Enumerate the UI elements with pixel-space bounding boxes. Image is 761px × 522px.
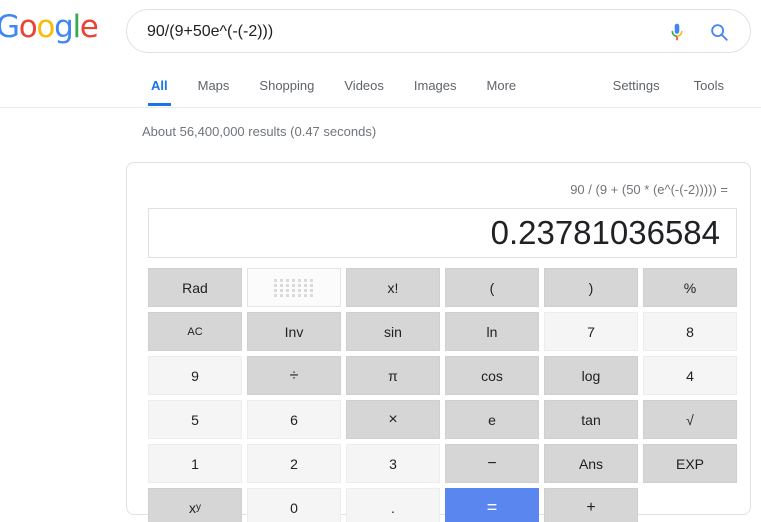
key-open-paren[interactable]: (: [445, 268, 539, 307]
dot-grid-icon: [274, 278, 314, 297]
key-exponent[interactable]: EXP: [643, 444, 737, 483]
search-submit-icon[interactable]: [708, 21, 730, 43]
key-8[interactable]: 8: [643, 312, 737, 351]
key-keypad-toggle[interactable]: [247, 268, 341, 307]
key-all-clear[interactable]: AC: [148, 312, 242, 351]
result-stats: About 56,400,000 results (0.47 seconds): [142, 124, 377, 139]
power-base: x: [189, 499, 196, 516]
logo-letter-0: G: [0, 9, 20, 45]
logo-letter-2: o: [36, 9, 55, 45]
tab-images[interactable]: Images: [399, 68, 472, 106]
page-header: Google: [0, 0, 761, 62]
logo-letter-1: o: [18, 9, 38, 45]
search-nav-bar: All Maps Shopping Videos Images More Settings…: [0, 68, 761, 108]
key-power[interactable]: xy: [148, 488, 242, 522]
key-percent[interactable]: %: [643, 268, 737, 307]
google-logo[interactable]: Google: [0, 9, 99, 45]
nav-tabs: All Maps Shopping Videos Images More: [136, 68, 531, 106]
key-7[interactable]: 7: [544, 312, 638, 351]
key-2[interactable]: 2: [247, 444, 341, 483]
nav-tools: Settings Tools: [596, 68, 741, 106]
microphone-icon[interactable]: [666, 21, 688, 43]
key-equals[interactable]: =: [445, 488, 539, 522]
logo-letter-5: e: [79, 9, 99, 45]
key-6[interactable]: 6: [247, 400, 341, 439]
calculator-expression: 90 / (9 + (50 * (e^(-(-2))))) =: [570, 182, 728, 197]
tab-videos[interactable]: Videos: [329, 68, 399, 106]
key-inverse[interactable]: Inv: [247, 312, 341, 351]
key-answer[interactable]: Ans: [544, 444, 638, 483]
logo-letter-4: l: [72, 9, 81, 45]
key-3[interactable]: 3: [346, 444, 440, 483]
key-tan[interactable]: tan: [544, 400, 638, 439]
logo-letter-3: g: [54, 9, 74, 45]
key-sqrt[interactable]: √: [643, 400, 737, 439]
key-decimal[interactable]: .: [346, 488, 440, 522]
key-factorial[interactable]: x!: [346, 268, 440, 307]
key-minus[interactable]: −: [445, 444, 539, 483]
nav-tools-button[interactable]: Tools: [677, 68, 741, 106]
key-close-paren[interactable]: ): [544, 268, 638, 307]
key-pi[interactable]: π: [346, 356, 440, 395]
calculator-keypad: Rad x!()% AC Inv sin ln 7 8 9 ÷ π cos log 4 5 6 × e tan √ 1 2…: [148, 268, 737, 522]
key-e[interactable]: e: [445, 400, 539, 439]
key-5[interactable]: 5: [148, 400, 242, 439]
key-ln[interactable]: ln: [445, 312, 539, 351]
key-sin[interactable]: sin: [346, 312, 440, 351]
tab-more[interactable]: More: [472, 68, 532, 106]
search-input[interactable]: [145, 10, 645, 54]
key-divide[interactable]: ÷: [247, 356, 341, 395]
key-0[interactable]: 0: [247, 488, 341, 522]
calculator-result: 0.23781036584: [490, 214, 720, 251]
google-search-page: Google AllMapsShoppingVideosImagesMore: [0, 0, 761, 522]
search-bar[interactable]: [126, 9, 751, 54]
key-4[interactable]: 4: [643, 356, 737, 395]
nav-settings-button[interactable]: Settings: [596, 68, 677, 106]
key-cos[interactable]: cos: [445, 356, 539, 395]
key-multiply[interactable]: ×: [346, 400, 440, 439]
calculator-card: 90 / (9 + (50 * (e^(-(-2))))) = 0.237810…: [126, 162, 751, 522]
calculator-display: 0.23781036584: [148, 208, 737, 258]
key-9[interactable]: 9: [148, 356, 242, 395]
key-1[interactable]: 1: [148, 444, 242, 483]
tab-all[interactable]: All: [136, 68, 183, 106]
tab-shopping[interactable]: Shopping: [244, 68, 329, 106]
tab-maps[interactable]: Maps: [183, 68, 245, 106]
power-exponent: y: [196, 502, 201, 513]
key-log[interactable]: log: [544, 356, 638, 395]
key-rad[interactable]: Rad: [148, 268, 242, 307]
key-plus[interactable]: +: [544, 488, 638, 522]
